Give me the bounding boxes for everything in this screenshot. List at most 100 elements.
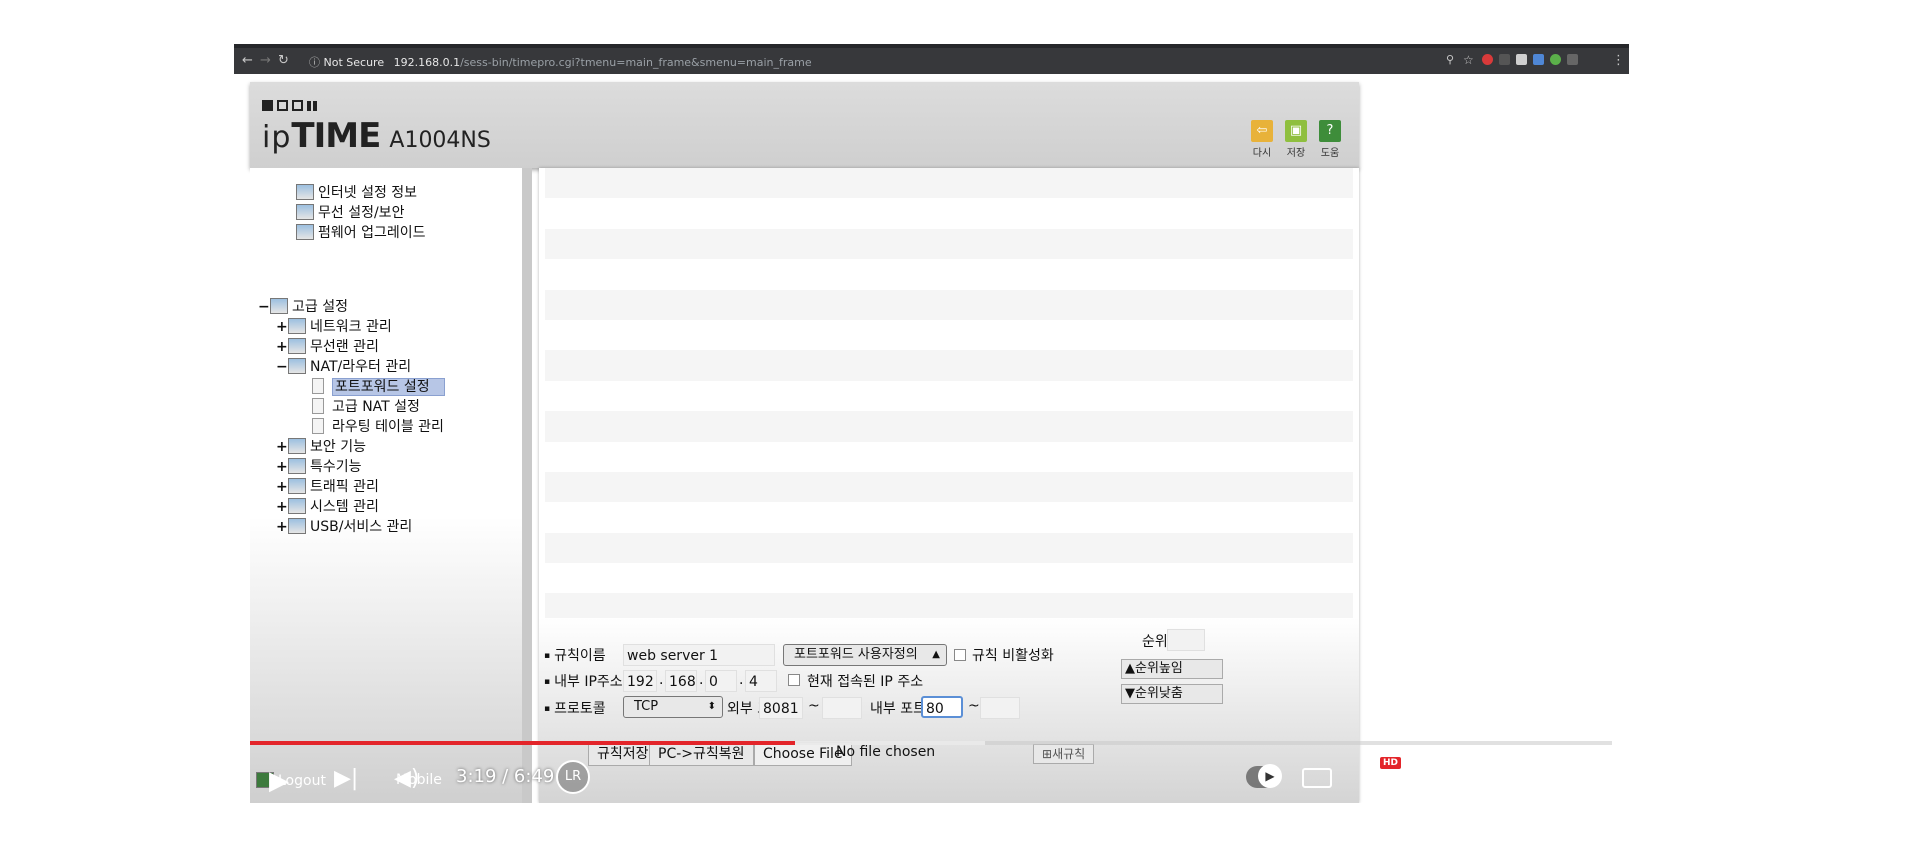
ip-octet-2[interactable]: 168 (665, 670, 697, 692)
router-header: ipTIME A1004NS ⇦ 다시 ▣ 저장 ? 도움 (250, 82, 1359, 168)
disable-rule-checkbox[interactable] (954, 649, 966, 661)
ip-octet-1[interactable]: 192 (623, 670, 657, 692)
url-path: /sess-bin/timepro.cgi?tmenu=main_frame&s… (460, 56, 812, 69)
internal-port-label: 내부 포트 (870, 701, 926, 717)
current-ip-label: 현재 접속된 IP 주소 (807, 674, 924, 690)
external-port-from[interactable]: 8081 (759, 697, 803, 719)
page-icon (312, 418, 324, 434)
sidebar-item[interactable]: 무선 설정/보안 (296, 202, 404, 222)
router-icon (288, 358, 306, 374)
extension-icon[interactable] (1499, 54, 1510, 65)
ip-octet-4[interactable]: 4 (745, 670, 777, 692)
sidebar-item[interactable]: 펌웨어 업그레이드 (296, 222, 426, 242)
rule-name-label: 규칙이름 (544, 645, 606, 665)
browser-toolbar: ← → ↻ ⓘ Not Secure 192.168.0.1/sess-bin/… (234, 44, 1629, 74)
sidebar-item[interactable]: + 무선랜 관리 (276, 336, 379, 356)
new-rule-button[interactable]: ⊞새규칙 (1033, 744, 1095, 764)
no-file-label: No file chosen (836, 744, 936, 760)
save-icon: ▣ (1285, 120, 1307, 142)
internal-ip-label: 내부 IP주소 (544, 671, 623, 691)
sidebar-item[interactable]: − 고급 설정 (258, 296, 348, 316)
system-icon (288, 498, 306, 514)
rule-name-input[interactable]: web server 1 (623, 644, 775, 666)
sidebar-item[interactable]: 라우팅 테이블 관리 (312, 416, 444, 436)
sidebar-item-selected[interactable]: 포트포워드 설정 (312, 376, 445, 396)
zoom-icon[interactable]: ⚲ (1446, 53, 1454, 66)
sidebar-item[interactable]: + 특수기능 (276, 456, 362, 476)
page-icon (312, 398, 324, 414)
protocol-select[interactable]: TCP ⬍ (623, 696, 723, 718)
theater-mode-icon[interactable] (1492, 770, 1522, 786)
help-button[interactable]: ? 도움 (1318, 120, 1342, 159)
monitor-icon (296, 184, 314, 200)
extension-icon[interactable] (1567, 54, 1578, 65)
usb-icon (288, 518, 306, 534)
back-icon[interactable]: ← (242, 53, 253, 68)
internal-port-from[interactable]: 80 (921, 696, 963, 718)
model-name: A1004NS (389, 128, 491, 153)
lock-icon (288, 438, 306, 454)
info-icon: ⓘ (309, 56, 320, 69)
traffic-icon (288, 478, 306, 494)
special-icon (288, 458, 306, 474)
plus-icon: ⊞ (1042, 747, 1053, 761)
subtitles-icon[interactable] (1302, 768, 1332, 788)
priority-label: 순위 (1142, 634, 1168, 650)
wireless-icon (296, 204, 314, 220)
address-bar[interactable]: ⓘ Not Secure 192.168.0.1/sess-bin/timepr… (309, 54, 812, 70)
sidebar-item[interactable]: − NAT/라우터 관리 (276, 356, 411, 376)
ip-octet-3[interactable]: 0 (705, 670, 737, 692)
page-icon (312, 378, 324, 394)
sidebar-item[interactable]: + 시스템 관리 (276, 496, 379, 516)
folder-settings-icon (270, 298, 288, 314)
next-icon[interactable]: ▶| (334, 766, 358, 791)
fullscreen-icon[interactable]: ⛶ (1560, 764, 1578, 795)
range-separator: ~ (968, 698, 980, 714)
forward-icon[interactable]: → (260, 53, 271, 68)
refresh-button[interactable]: ⇦ 다시 (1250, 120, 1274, 159)
refresh-icon: ⇦ (1251, 120, 1273, 142)
video-progress-bar[interactable] (250, 741, 1612, 745)
sidebar-item[interactable]: + 네트워크 관리 (276, 316, 392, 336)
browser-menu-icon[interactable]: ⋮ (1612, 53, 1625, 68)
reload-icon[interactable]: ↻ (278, 53, 289, 68)
internal-port-to[interactable] (980, 697, 1020, 719)
save-rule-button[interactable]: 규칙저장 (588, 742, 658, 766)
sidebar-item[interactable]: + USB/서비스 관리 (276, 516, 412, 536)
save-button[interactable]: ▣ 저장 (1284, 120, 1308, 159)
extension-icon[interactable] (1482, 54, 1493, 65)
not-secure-label: Not Secure (323, 56, 385, 69)
played-bar (250, 741, 795, 745)
sidebar-item[interactable]: + 트래픽 관리 (276, 476, 379, 496)
sidebar-item[interactable]: + 보안 기능 (276, 436, 366, 456)
port-forward-panel: 규칙이름 web server 1 포트포워드 사용자정의▲ 규칙 비활성화 순… (539, 168, 1359, 803)
miniplayer-icon[interactable] (1426, 766, 1458, 790)
current-ip-checkbox[interactable] (788, 674, 800, 686)
sidebar-menu: 인터넷 설정 정보 무선 설정/보안 펌웨어 업그레이드 − 고급 설정 + 네트워… (250, 168, 532, 803)
bookmark-star-icon[interactable]: ☆ (1463, 53, 1474, 67)
rule-type-select[interactable]: 포트포워드 사용자정의 ▲ (783, 644, 947, 666)
priority-up-button[interactable]: ▲순위높임 (1121, 659, 1223, 679)
volume-icon[interactable]: ◀) (394, 766, 420, 791)
select-arrow-icon: ▲ (932, 649, 940, 660)
disable-rule-label: 규칙 비활성화 (972, 648, 1054, 664)
extension-icon[interactable] (1516, 54, 1527, 65)
wireless-lan-icon (288, 338, 306, 354)
channel-watermark-icon[interactable]: LR (556, 760, 590, 794)
restore-rule-button[interactable]: PC->규칙복원 (649, 742, 754, 766)
autoplay-toggle[interactable]: ▶ (1246, 764, 1282, 788)
extension-icon[interactable] (1550, 54, 1561, 65)
sidebar-item[interactable]: 인터넷 설정 정보 (296, 182, 417, 202)
network-icon (288, 318, 306, 334)
url-host: 192.168.0.1 (393, 56, 461, 69)
video-frame[interactable]: ← → ↻ ⓘ Not Secure 192.168.0.1/sess-bin/… (234, 44, 1629, 803)
play-icon[interactable]: ▶ (269, 766, 289, 796)
priority-input[interactable] (1167, 629, 1205, 651)
logout-link[interactable]: Logout (256, 772, 326, 789)
rule-list (545, 168, 1353, 624)
external-port-to[interactable] (822, 697, 862, 719)
extension-icon[interactable] (1533, 54, 1544, 65)
autoplay-icon: ▶ (1258, 764, 1282, 788)
priority-down-button[interactable]: ▼순위낮춤 (1121, 684, 1223, 704)
sidebar-item[interactable]: 고급 NAT 설정 (312, 396, 420, 416)
